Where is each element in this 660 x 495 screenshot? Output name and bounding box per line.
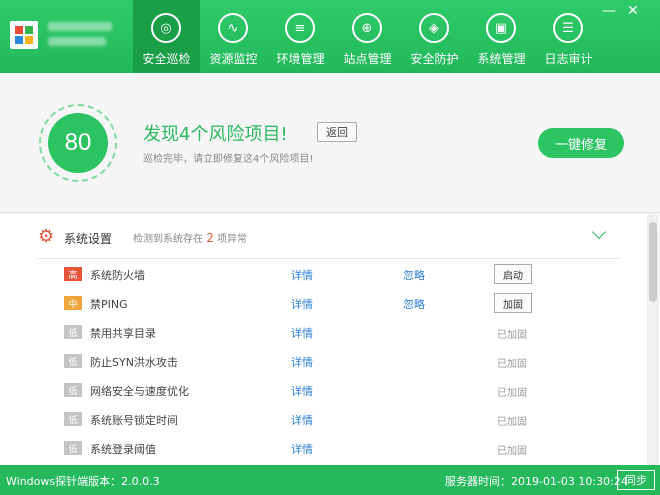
nav-tab-label: 安全巡检 — [142, 52, 191, 66]
nav-tab-label: 环境管理 — [276, 52, 325, 66]
check-item-name: 系统登录阈值 — [90, 443, 156, 456]
status-bar: Windows探针端版本：2.0.0.3 服务器时间：2019-01-03 10… — [0, 465, 660, 495]
risk-level-badge: 低 — [64, 441, 82, 455]
nav-tab-label: 安全防护 — [410, 52, 459, 66]
chevron-down-icon[interactable] — [591, 224, 607, 240]
detail-link[interactable]: 详情 — [291, 383, 313, 399]
scan-icon: ◎ — [151, 13, 181, 43]
check-item-name: 禁用共享目录 — [90, 327, 156, 340]
nav-tab-3[interactable]: ⊕ 站点管理 — [334, 0, 401, 73]
status-text: 已加固 — [497, 417, 527, 428]
scan-result-panel: 80 发现4个风险项目! 返回 巡检完毕，请立即修复这4个风险项目! 一键修复 — [0, 73, 660, 213]
settings-icon: ▣ — [486, 13, 516, 43]
nav-tab-label: 站点管理 — [343, 52, 392, 66]
shield-icon: ◈ — [419, 13, 449, 43]
close-button[interactable]: ✕ — [627, 4, 639, 18]
section-title: 系统设置 — [64, 232, 113, 246]
monitor-icon: ∿ — [218, 13, 248, 43]
risk-level-badge: 低 — [64, 383, 82, 397]
risk-level-badge: 低 — [64, 354, 82, 368]
nav-tab-label: 系统管理 — [477, 52, 526, 66]
detail-link[interactable]: 详情 — [291, 325, 313, 341]
status-text: 已加固 — [497, 330, 527, 341]
check-item-name: 系统防火墙 — [90, 269, 145, 282]
server-icon: ≡ — [285, 13, 315, 43]
nav-tab-label: 日志审计 — [544, 52, 593, 66]
check-row: 低防止SYN洪水攻击 详情 已加固 — [0, 348, 640, 377]
document-icon: ☰ — [553, 13, 583, 43]
minimize-button[interactable]: — — [602, 4, 616, 18]
sync-button[interactable]: 同步 — [617, 470, 655, 490]
detail-link[interactable]: 详情 — [291, 296, 313, 312]
fix-action-button[interactable]: 启动 — [494, 264, 532, 284]
nav-tab-5[interactable]: ▣ 系统管理 — [468, 0, 535, 73]
status-text: 已加固 — [497, 359, 527, 370]
check-row: 低系统账号锁定时间 详情 已加固 — [0, 406, 640, 435]
header: — ✕ ◎ 安全巡检 ∿ 资源监控 ≡ 环境管理 ⊕ 站点管理 ◈ 安全防护 ▣ 系统管理 ☰ 日志审计 — [0, 0, 660, 73]
check-row: 低禁用共享目录 详情 已加固 — [0, 319, 640, 348]
result-title: 发现4个风险项目! — [143, 124, 288, 145]
status-text: 已加固 — [497, 388, 527, 399]
detail-link[interactable]: 详情 — [291, 441, 313, 457]
detail-link[interactable]: 详情 — [291, 267, 313, 283]
check-row: 低系统登录阈值 详情 已加固 — [0, 435, 640, 464]
ignore-link[interactable]: 忽略 — [403, 267, 425, 283]
section-header-system-settings[interactable]: ⚙ 系统设置 检测到系统存在 2 项异常 — [38, 224, 620, 259]
anomaly-count: 2 — [206, 231, 214, 245]
score-ring: 80 — [39, 104, 117, 182]
nav-tab-4[interactable]: ◈ 安全防护 — [401, 0, 468, 73]
nav-tab-2[interactable]: ≡ 环境管理 — [267, 0, 334, 73]
status-text: 已加固 — [497, 446, 527, 457]
server-time: 服务器时间：2019-01-03 10:30:24 — [445, 475, 628, 488]
app-logo-icon — [10, 21, 38, 49]
nav-tab-1[interactable]: ∿ 资源监控 — [200, 0, 267, 73]
check-item-name: 防止SYN洪水攻击 — [90, 356, 178, 369]
check-rows: 高系统防火墙 详情 忽略 启动中禁PING 详情 忽略 加固低禁用共享目录 详情 已加固低防止S… — [0, 261, 640, 464]
nav-tab-0[interactable]: ◎ 安全巡检 — [133, 0, 200, 73]
detail-link[interactable]: 详情 — [291, 354, 313, 370]
app-name-blurred — [48, 22, 112, 52]
risk-level-badge: 低 — [64, 325, 82, 339]
one-click-fix-button[interactable]: 一键修复 — [538, 128, 624, 158]
check-row: 高系统防火墙 详情 忽略 启动 — [0, 261, 640, 290]
nav-tab-6[interactable]: ☰ 日志审计 — [535, 0, 602, 73]
check-item-name: 禁PING — [90, 298, 128, 311]
detail-link[interactable]: 详情 — [291, 412, 313, 428]
main-nav: ◎ 安全巡检 ∿ 资源监控 ≡ 环境管理 ⊕ 站点管理 ◈ 安全防护 ▣ 系统管理 ☰ 日志审计 — [133, 0, 602, 73]
risk-level-badge: 高 — [64, 267, 82, 281]
ignore-link[interactable]: 忽略 — [403, 296, 425, 312]
nav-tab-label: 资源监控 — [209, 52, 258, 66]
section-desc: 检测到系统存在 2 项异常 — [133, 231, 248, 245]
back-button[interactable]: 返回 — [317, 122, 357, 142]
check-row: 低网络安全与速度优化 详情 已加固 — [0, 377, 640, 406]
risk-level-badge: 低 — [64, 412, 82, 426]
fix-action-button[interactable]: 加固 — [494, 293, 532, 313]
score-value: 80 — [48, 113, 108, 173]
risk-level-badge: 中 — [64, 296, 82, 310]
globe-icon: ⊕ — [352, 13, 382, 43]
version-text: Windows探针端版本：2.0.0.3 — [6, 475, 160, 488]
check-item-name: 系统账号锁定时间 — [90, 414, 178, 427]
check-row: 中禁PING 详情 忽略 加固 — [0, 290, 640, 319]
gear-icon: ⚙ — [38, 226, 55, 247]
detail-list: ⚙ 系统设置 检测到系统存在 2 项异常 高系统防火墙 详情 忽略 启动中禁PING 详… — [0, 214, 660, 465]
scrollbar-thumb[interactable] — [649, 222, 657, 302]
check-item-name: 网络安全与速度优化 — [90, 385, 189, 398]
result-subtitle: 巡检完毕，请立即修复这4个风险项目! — [143, 154, 314, 165]
